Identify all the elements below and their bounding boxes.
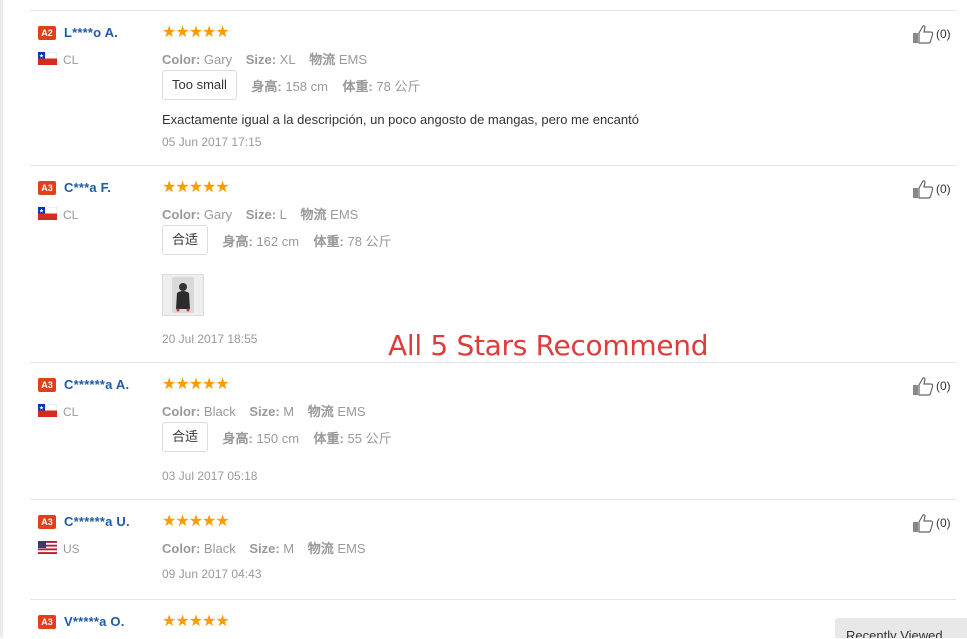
height-info: 身高: 150 cm — [222, 430, 300, 446]
size-value: XL — [279, 52, 296, 67]
review-date: 20 Jul 2017 18:55 — [162, 332, 258, 346]
helpful-button[interactable]: (0) — [912, 24, 956, 46]
order-info: Color: Gary Size: L 物流 EMS — [162, 204, 358, 223]
review-photo-thumbnail[interactable] — [162, 274, 204, 316]
buyer-country: CL — [63, 53, 79, 67]
helpful-count: (0) — [936, 182, 951, 196]
recently-viewed-tab[interactable]: Recently Viewed — [835, 618, 967, 638]
buyer-level-badge: A3 — [38, 181, 56, 195]
buyer-name[interactable]: L****o A. — [64, 25, 118, 40]
height-info: 身高: 162 cm — [222, 233, 300, 249]
buyer-level-badge: A2 — [38, 26, 56, 40]
order-info: Color: Black Size: M 物流 EMS — [162, 538, 366, 557]
buyer-country: US — [63, 542, 80, 556]
order-info: Color: Gary Size: XL 物流 EMS — [162, 49, 367, 68]
review-item: A2 L****o A. CL ★★★★★ Color: Gary Size: … — [30, 10, 956, 166]
color-value: Gary — [203, 52, 233, 67]
buyer-name[interactable]: C******a A. — [64, 377, 129, 392]
chile-flag-icon — [38, 404, 57, 417]
logistics-label: 物流 — [300, 207, 327, 222]
buyer-country: CL — [63, 405, 79, 419]
star-rating: ★★★★★ — [162, 179, 230, 196]
thumbs-up-icon — [913, 25, 934, 44]
size-label: Size: — [249, 404, 280, 419]
star-rating: ★★★★★ — [162, 513, 230, 530]
buyer-name[interactable]: C***a F. — [64, 180, 111, 195]
logistics-value: EMS — [330, 207, 359, 222]
buyer-level-badge: A3 — [38, 515, 56, 529]
recently-viewed-label: Recently Viewed — [846, 628, 943, 638]
thumbs-up-icon — [913, 180, 934, 199]
fit-tag: Too small — [162, 70, 237, 100]
color-label: Color: — [162, 52, 201, 67]
buyer-level-badge: A3 — [38, 615, 56, 629]
order-info: Color: Black Size: M 物流 EMS — [162, 401, 366, 420]
helpful-count: (0) — [936, 27, 951, 41]
helpful-count: (0) — [936, 379, 951, 393]
height-info: 身高: 158 cm — [251, 78, 328, 94]
color-label: Color: — [162, 404, 201, 419]
chile-flag-icon — [38, 52, 57, 65]
size-label: Size: — [249, 541, 280, 556]
weight-info: 体重: 78 公斤 — [342, 78, 421, 94]
promo-overlay-text: All 5 Stars Recommend — [388, 329, 709, 362]
review-date: 05 Jun 2017 17:15 — [162, 135, 262, 149]
fit-tag: 合适 — [162, 422, 209, 452]
review-item: A3 V*****a O. ★★★★★ — [30, 599, 956, 639]
logistics-label: 物流 — [307, 404, 334, 419]
review-date: 03 Jul 2017 05:18 — [162, 469, 258, 483]
weight-info: 体重: 55 公斤 — [313, 430, 392, 446]
fit-info: 合适 身高: 150 cm 体重: 55 公斤 — [162, 422, 392, 452]
size-value: L — [279, 207, 287, 222]
fit-info: Too small 身高: 158 cm 体重: 78 公斤 — [162, 70, 420, 100]
buyer-level-badge: A3 — [38, 378, 56, 392]
size-value: M — [283, 404, 295, 419]
review-date: 09 Jun 2017 04:43 — [162, 567, 262, 581]
star-rating: ★★★★★ — [162, 376, 230, 393]
logistics-value: EMS — [338, 52, 368, 67]
chile-flag-icon — [38, 207, 57, 220]
buyer-country: CL — [63, 208, 79, 222]
buyer-name[interactable]: C******a U. — [64, 514, 130, 529]
helpful-count: (0) — [936, 516, 951, 530]
color-value: Black — [203, 404, 236, 419]
size-value: M — [283, 541, 295, 556]
helpful-button[interactable]: (0) — [912, 179, 956, 201]
star-rating: ★★★★★ — [162, 24, 230, 41]
review-item: A3 C******a A. CL ★★★★★ Color: Black Siz… — [30, 362, 956, 500]
page-left-border — [0, 0, 3, 638]
thumbs-up-icon — [913, 514, 934, 533]
logistics-label: 物流 — [309, 52, 336, 67]
us-flag-icon — [38, 541, 57, 554]
helpful-button[interactable]: (0) — [912, 376, 956, 398]
review-text: Exactamente igual a la descripción, un p… — [162, 112, 639, 127]
color-value: Gary — [203, 207, 233, 222]
helpful-button[interactable]: (0) — [912, 513, 956, 535]
logistics-label: 物流 — [307, 541, 334, 556]
review-item: A3 C******a U. US ★★★★★ Color: Black Siz… — [30, 499, 956, 600]
color-label: Color: — [162, 541, 201, 556]
size-label: Size: — [245, 52, 277, 67]
logistics-value: EMS — [337, 541, 366, 556]
thumbs-up-icon — [913, 377, 934, 396]
size-label: Size: — [245, 207, 277, 222]
color-label: Color: — [162, 207, 201, 222]
logistics-value: EMS — [337, 404, 366, 419]
color-value: Black — [203, 541, 236, 556]
weight-info: 体重: 78 公斤 — [313, 233, 392, 249]
fit-info: 合适 身高: 162 cm 体重: 78 公斤 — [162, 225, 392, 255]
fit-tag: 合适 — [162, 225, 209, 255]
buyer-name[interactable]: V*****a O. — [64, 614, 125, 629]
star-rating: ★★★★★ — [162, 613, 230, 630]
